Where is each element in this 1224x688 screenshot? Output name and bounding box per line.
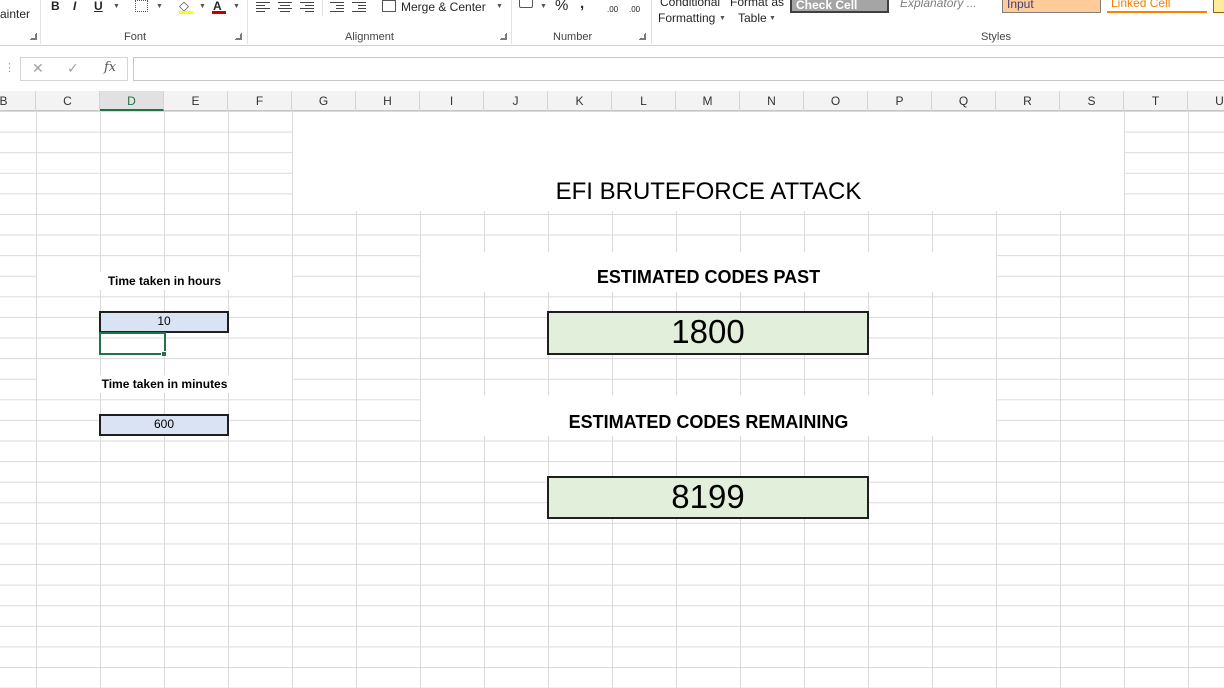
codes-past-value[interactable]: 1800 <box>547 311 869 355</box>
fill-color-swatch <box>179 11 193 14</box>
close-icon[interactable]: ✕ <box>32 60 44 77</box>
column-header-l[interactable]: L <box>612 91 676 111</box>
insert-function-button[interactable]: fx <box>104 60 116 75</box>
number-launcher-icon[interactable] <box>639 33 646 40</box>
column-header-h[interactable]: H <box>356 91 420 111</box>
cell-style-label: Linked Cell <box>1111 0 1171 10</box>
column-header-k[interactable]: K <box>548 91 612 111</box>
worksheet-grid[interactable]: EFI BRUTEFORCE ATTACK Time taken in hour… <box>0 111 1224 688</box>
fill-color-dropdown-icon[interactable]: ▼ <box>199 3 206 10</box>
ribbon: ainter B I U ▼ ▼ ◇ ▼ A ▼ Font Merge & Ce… <box>0 0 1224 46</box>
borders-icon[interactable] <box>135 0 148 12</box>
conditional-formatting-dropdown-icon[interactable]: ▼ <box>719 15 726 22</box>
ribbon-separator <box>40 0 41 44</box>
formula-bar: ⋮ ✕ ✓ fx <box>0 55 1224 85</box>
codes-past-label: ESTIMATED CODES PAST <box>596 267 821 287</box>
merge-center-dropdown-icon[interactable]: ▼ <box>496 3 503 10</box>
column-header-p[interactable]: P <box>868 91 932 111</box>
font-color-swatch <box>212 11 226 14</box>
column-header-r[interactable]: R <box>996 91 1060 111</box>
alignment-launcher-icon[interactable] <box>500 33 507 40</box>
underline-dropdown-icon[interactable]: ▼ <box>113 3 120 10</box>
cell-style-input[interactable]: Input <box>1002 0 1101 13</box>
align-right-icon[interactable] <box>300 0 314 12</box>
increase-decimal-button[interactable]: .00 <box>607 3 618 17</box>
conditional-formatting-button[interactable]: Conditional <box>660 0 720 9</box>
accounting-dropdown-icon[interactable]: ▼ <box>540 3 547 10</box>
column-header-m[interactable]: M <box>676 91 740 111</box>
font-launcher-icon[interactable] <box>235 33 242 40</box>
accounting-format-icon[interactable] <box>519 0 533 8</box>
column-header-q[interactable]: Q <box>932 91 996 111</box>
italic-button[interactable]: I <box>73 0 76 13</box>
ribbon-separator <box>511 0 512 44</box>
underline-button[interactable]: U <box>94 0 103 13</box>
codes-remaining-label: ESTIMATED CODES REMAINING <box>568 412 849 432</box>
minutes-value-cell[interactable]: 600 <box>99 414 229 436</box>
hours-label: Time taken in hours <box>107 274 222 288</box>
column-header-row: BCDEFGHIJKLMNOPQRSTU <box>0 91 1224 111</box>
sheet-title: EFI BRUTEFORCE ATTACK <box>555 178 862 205</box>
column-header-c[interactable]: C <box>36 91 100 111</box>
column-header-u[interactable]: U <box>1188 91 1224 111</box>
comma-style-button[interactable]: , <box>580 0 584 11</box>
cell-style-label: Explanatory ... <box>900 0 977 10</box>
check-icon[interactable]: ✓ <box>67 60 79 77</box>
font-color-dropdown-icon[interactable]: ▼ <box>233 3 240 10</box>
cell-style-neutral[interactable] <box>1213 0 1224 13</box>
decrease-indent-icon[interactable] <box>330 0 344 12</box>
font-group-label: Font <box>124 31 147 43</box>
format-as-table-dropdown-icon[interactable]: ▼ <box>769 15 776 22</box>
clipboard-launcher-icon[interactable] <box>30 33 37 40</box>
number-group-label: Number <box>553 31 593 43</box>
column-header-f[interactable]: F <box>228 91 292 111</box>
conditional-formatting-label[interactable]: Formatting <box>658 11 715 25</box>
increase-indent-icon[interactable] <box>352 0 366 12</box>
align-center-icon[interactable] <box>278 0 292 12</box>
minutes-label: Time taken in minutes <box>101 377 228 391</box>
borders-dropdown-icon[interactable]: ▼ <box>156 3 163 10</box>
column-header-j[interactable]: J <box>484 91 548 111</box>
cell-style-label: Check Cell <box>796 0 858 12</box>
name-box-resize-icon[interactable]: ⋮ <box>4 61 15 74</box>
format-painter-button[interactable]: ainter <box>0 7 30 21</box>
column-header-s[interactable]: S <box>1060 91 1124 111</box>
bold-button[interactable]: B <box>51 0 60 13</box>
percent-style-button[interactable]: % <box>555 0 568 13</box>
column-header-e[interactable]: E <box>164 91 228 111</box>
column-header-d[interactable]: D <box>100 91 164 111</box>
column-header-n[interactable]: N <box>740 91 804 111</box>
decrease-decimal-button[interactable]: .00 <box>629 3 640 17</box>
column-header-i[interactable]: I <box>420 91 484 111</box>
active-cell-selection[interactable] <box>99 332 166 355</box>
cell-style-label: Input <box>1007 0 1034 11</box>
formula-input[interactable] <box>133 57 1224 81</box>
cell-style-check-cell[interactable]: Check Cell <box>790 0 889 13</box>
ribbon-separator <box>322 0 323 16</box>
styles-group-label: Styles <box>981 31 1011 43</box>
format-as-table-label[interactable]: Table <box>738 11 767 25</box>
ribbon-separator <box>247 0 248 44</box>
cell-style-explanatory[interactable]: Explanatory ... <box>896 0 996 13</box>
merge-center-icon[interactable] <box>382 0 396 12</box>
format-as-table-button[interactable]: Format as <box>730 0 784 9</box>
fill-handle[interactable] <box>161 351 167 357</box>
column-header-g[interactable]: G <box>292 91 356 111</box>
merge-center-button[interactable]: Merge & Center <box>401 0 486 14</box>
codes-remaining-value[interactable]: 8199 <box>547 476 869 519</box>
column-header-o[interactable]: O <box>804 91 868 111</box>
ribbon-separator <box>651 0 652 44</box>
cell-style-linked-cell[interactable]: Linked Cell <box>1107 0 1207 13</box>
column-header-b[interactable]: B <box>0 91 36 111</box>
align-left-icon[interactable] <box>256 0 270 12</box>
column-header-t[interactable]: T <box>1124 91 1188 111</box>
hours-value-cell[interactable]: 10 <box>99 311 229 333</box>
alignment-group-label: Alignment <box>345 31 394 43</box>
